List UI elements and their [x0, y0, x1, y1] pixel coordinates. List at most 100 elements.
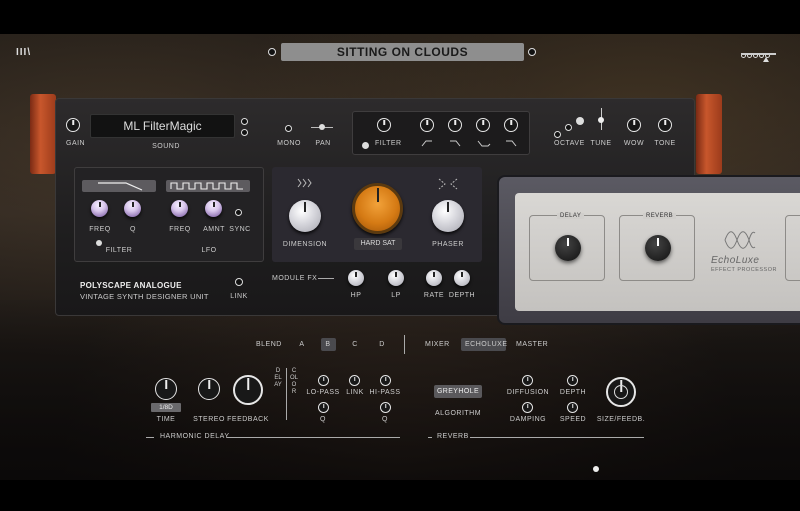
filter-enable-button[interactable]	[96, 240, 102, 246]
lp-label: LP	[391, 292, 401, 299]
filter-type-3-knob[interactable]	[476, 118, 490, 132]
filter-type-4-knob[interactable]	[504, 118, 518, 132]
tone-label: TONE	[654, 140, 676, 147]
lfo-sync-toggle[interactable]	[235, 209, 242, 216]
tone-knob[interactable]	[658, 118, 672, 132]
diffusion-knob[interactable]	[522, 375, 533, 386]
delay-feedback-knob[interactable]	[233, 375, 263, 405]
color-vertical-label: COLOR	[290, 368, 299, 395]
reverb-depth-knob[interactable]	[567, 375, 578, 386]
filter-section-title: FILTER	[105, 247, 133, 254]
mono-label: MONO	[277, 140, 301, 147]
echoluxe-brand: EchoLuxe	[711, 255, 760, 266]
blend-b-tab[interactable]: B	[325, 341, 330, 348]
brand-subtitle: VINTAGE SYNTH DESIGNER UNIT	[80, 292, 209, 301]
gain-knob[interactable]	[66, 118, 80, 132]
brand-name: POLYSCAPE ANALOGUE	[80, 281, 182, 290]
reverb-section-line-right	[470, 437, 644, 438]
size-feedback-inner-ring	[614, 385, 628, 399]
delay-color-divider	[286, 368, 287, 420]
damping-knob[interactable]	[522, 402, 533, 413]
pan-slider-handle[interactable]	[319, 124, 325, 130]
hi-pass-knob[interactable]	[380, 375, 391, 386]
next-preset-button[interactable]	[528, 48, 536, 56]
octave-label: OCTAVE	[554, 140, 585, 147]
echo-delay-knob[interactable]	[555, 235, 581, 261]
preset-name-display[interactable]: SITTING ON CLOUDS	[281, 43, 524, 61]
filter-type-1-knob[interactable]	[420, 118, 434, 132]
harmonic-delay-title: HARMONIC DELAY	[160, 433, 230, 440]
delay-section-line-right	[227, 437, 400, 438]
hp-label: HP	[350, 292, 362, 299]
filter-knob[interactable]	[377, 118, 391, 132]
hp-knob[interactable]	[348, 270, 364, 286]
depth-knob[interactable]	[454, 270, 470, 286]
prev-preset-button[interactable]	[268, 48, 276, 56]
size-feedb-label: SIZE/FEEDB.	[596, 416, 646, 423]
speed-label: SPEED	[559, 416, 587, 423]
blend-a-tab[interactable]: A	[299, 341, 304, 348]
lp-knob[interactable]	[388, 270, 404, 286]
reverb-algorithm-select[interactable]: GREYHOLE	[434, 385, 482, 398]
depth-label: DEPTH	[448, 292, 476, 299]
hi-pass-q-label: Q	[382, 416, 388, 423]
hi-pass-q-knob[interactable]	[380, 402, 391, 413]
hi-pass-label: HI-PASS	[369, 389, 401, 396]
filter-type-2-knob[interactable]	[448, 118, 462, 132]
blend-d-tab[interactable]: D	[379, 341, 385, 348]
echo-reverb-knob[interactable]	[645, 235, 671, 261]
delay-time-knob[interactable]	[155, 378, 177, 400]
app-logo: III\	[16, 47, 32, 58]
sound-name-display[interactable]: ML FilterMagic	[90, 114, 235, 138]
phaser-knob[interactable]	[432, 200, 464, 232]
echoluxe-subtitle: EFFECT PROCESSOR	[711, 267, 777, 273]
lo-pass-q-label: Q	[320, 416, 326, 423]
delay-stereo-knob[interactable]	[198, 378, 220, 400]
speed-knob[interactable]	[567, 402, 578, 413]
dimension-knob[interactable]	[289, 200, 321, 232]
sound-prev-button[interactable]	[241, 118, 248, 125]
sound-label: SOUND	[152, 143, 180, 150]
octave-mid-button[interactable]	[565, 124, 572, 131]
delay-time-value[interactable]: 1/8D	[151, 403, 181, 412]
damping-label: DAMPING	[509, 416, 547, 423]
filter-shape-icons	[421, 140, 517, 147]
filter-q-knob[interactable]	[124, 200, 141, 217]
link-toggle[interactable]	[235, 278, 243, 286]
blend-label: BLEND	[256, 341, 282, 348]
mono-toggle[interactable]	[285, 125, 292, 132]
left-wood-panel	[30, 94, 56, 174]
wow-knob[interactable]	[627, 118, 641, 132]
bottom-bar	[0, 480, 800, 511]
hard-sat-button[interactable]: HARD SAT	[354, 238, 402, 250]
blend-c-tab[interactable]: C	[352, 341, 358, 348]
master-tab[interactable]: MASTER	[516, 341, 548, 348]
filter-enable-dot[interactable]	[362, 142, 369, 149]
filter-curve-icon	[98, 182, 143, 191]
right-wood-panel	[696, 94, 722, 174]
mixer-tab[interactable]: MIXER	[425, 341, 450, 348]
echoluxe-tab[interactable]: ECHOLUXE	[465, 341, 508, 348]
delay-time-label: TIME	[156, 416, 176, 423]
page-indicator-dot[interactable]	[593, 466, 599, 472]
delay-stereo-label: STEREO	[193, 416, 225, 423]
lo-pass-q-knob[interactable]	[318, 402, 329, 413]
sound-next-button[interactable]	[241, 129, 248, 136]
color-link-knob[interactable]	[349, 375, 360, 386]
lo-pass-knob[interactable]	[318, 375, 329, 386]
square-wave-icon	[170, 182, 243, 190]
hard-sat-knob[interactable]	[352, 183, 403, 234]
octave-down-button[interactable]	[554, 131, 561, 138]
lfo-amount-knob[interactable]	[205, 200, 222, 217]
rate-knob[interactable]	[426, 270, 442, 286]
filter-freq-knob[interactable]	[91, 200, 108, 217]
dimension-label: DIMENSION	[282, 241, 328, 248]
lfo-freq-label: FREQ	[169, 226, 191, 233]
lfo-section-title: LFO	[201, 247, 217, 254]
lfo-sync-label: SYNC	[229, 226, 251, 233]
tune-slider-handle[interactable]	[598, 117, 604, 123]
dimension-icon	[297, 178, 312, 188]
lfo-freq-knob[interactable]	[171, 200, 188, 217]
link-label: LINK	[230, 293, 248, 300]
octave-up-button[interactable]	[576, 117, 584, 125]
